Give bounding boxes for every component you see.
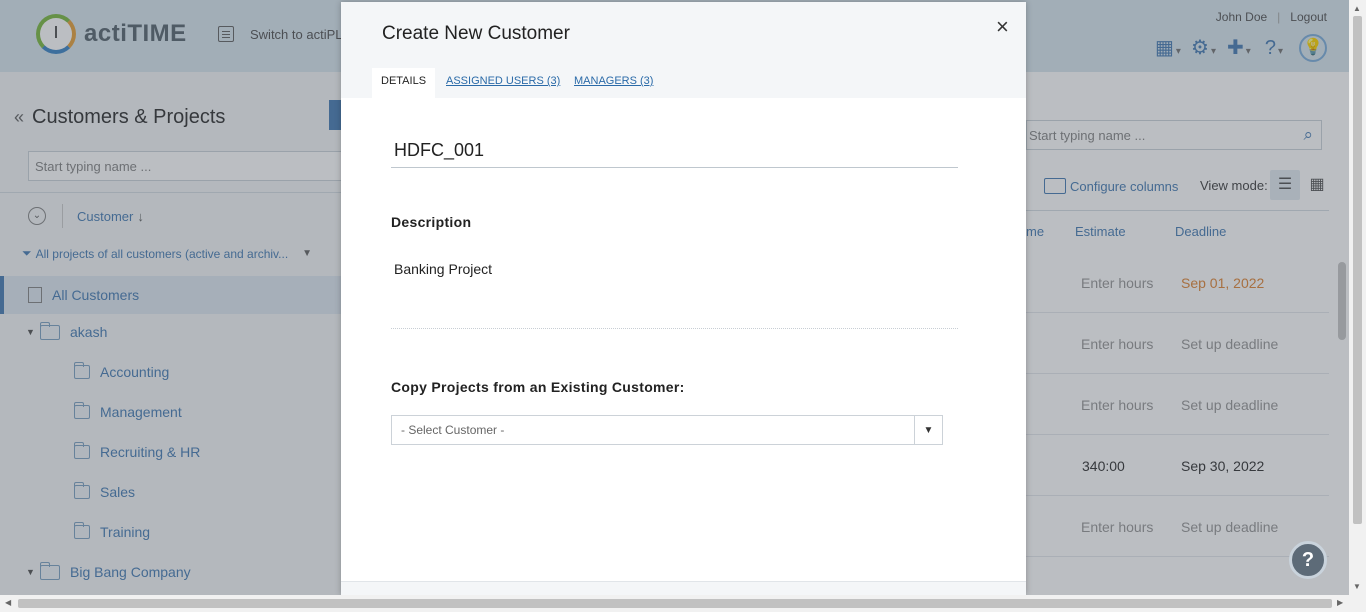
description-textarea[interactable]: Banking Project (391, 255, 958, 329)
customer-name-input[interactable] (391, 134, 958, 168)
horizontal-scrollbar[interactable]: ◀ ▶ (0, 595, 1366, 612)
select-customer-value: - Select Customer - (401, 423, 505, 437)
select-customer-dropdown[interactable]: - Select Customer - ▼ (391, 415, 943, 445)
create-customer-dialog: Create New Customer × DETAILS ASSIGNED U… (341, 2, 1026, 595)
vertical-scrollbar[interactable]: ▲ ▼ (1349, 0, 1366, 595)
scroll-right-icon[interactable]: ▶ (1337, 598, 1343, 607)
dropdown-arrow-icon[interactable]: ▼ (914, 416, 942, 444)
dialog-footer (341, 581, 1026, 595)
close-icon[interactable]: × (996, 16, 1009, 38)
dialog-title: Create New Customer (382, 23, 570, 44)
tab-managers[interactable]: MANAGERS (3) (565, 68, 662, 98)
copy-projects-label: Copy Projects from an Existing Customer: (391, 379, 685, 395)
scroll-up-icon[interactable]: ▲ (1353, 4, 1361, 13)
description-label: Description (391, 214, 472, 230)
tab-assigned-users[interactable]: ASSIGNED USERS (3) (437, 68, 569, 98)
help-button[interactable]: ? (1289, 541, 1327, 579)
scroll-thumb[interactable] (1353, 16, 1362, 524)
scroll-left-icon[interactable]: ◀ (5, 598, 11, 607)
tab-details[interactable]: DETAILS (372, 68, 436, 98)
dialog-header: Create New Customer × DETAILS ASSIGNED U… (341, 2, 1026, 98)
scroll-down-icon[interactable]: ▼ (1353, 582, 1361, 591)
scroll-thumb[interactable] (18, 599, 1332, 608)
